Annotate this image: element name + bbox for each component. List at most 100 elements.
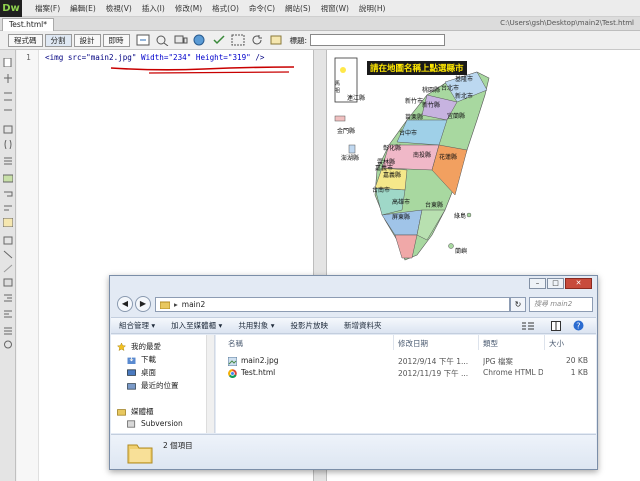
- map-label-tainan[interactable]: 台南市: [372, 185, 390, 194]
- column-header-size[interactable]: 大小: [549, 338, 564, 349]
- column-header-date[interactable]: 修改日期: [398, 338, 428, 349]
- subversion-icon: [127, 419, 136, 428]
- nav-favorites[interactable]: 我的最愛: [117, 341, 161, 352]
- code-view-button[interactable]: 程式碼: [8, 33, 43, 47]
- multiscreen-icon[interactable]: [173, 33, 189, 47]
- menu-commands[interactable]: 命令(C): [244, 3, 280, 14]
- navigation-scrollbar[interactable]: [206, 335, 214, 433]
- map-label-new-taipei[interactable]: 新北市: [455, 91, 473, 100]
- apply-comment-icon[interactable]: [3, 218, 13, 227]
- map-label-chiayi-city[interactable]: 嘉義市: [375, 163, 393, 172]
- share-with-button[interactable]: 共用對象 ▾: [238, 320, 274, 331]
- recent-snippets-icon[interactable]: [3, 264, 13, 273]
- close-button[interactable]: ✕: [565, 278, 592, 289]
- refresh-icon[interactable]: [249, 33, 265, 47]
- map-label-taoyuan[interactable]: 桃園縣: [422, 85, 440, 94]
- map-label-hsinchu-county[interactable]: 新竹縣: [422, 100, 440, 109]
- file-row[interactable]: main2.jpg 2012/9/14 下午 1... JPG 檔案 20 KB: [216, 356, 596, 367]
- nav-desktop[interactable]: 桌面: [127, 367, 156, 378]
- minimize-button[interactable]: –: [529, 278, 546, 289]
- design-view-button[interactable]: 設計: [73, 33, 101, 47]
- map-label-miaoli[interactable]: 苗栗縣: [405, 112, 423, 121]
- visual-aids-icon[interactable]: [230, 33, 246, 47]
- column-header-type[interactable]: 類型: [483, 338, 498, 349]
- new-folder-button[interactable]: 新增資料夾: [344, 320, 382, 331]
- map-label-yilan[interactable]: 宜蘭縣: [447, 111, 465, 120]
- column-separator[interactable]: [393, 335, 394, 350]
- remove-comment-icon[interactable]: [3, 236, 13, 245]
- menu-format[interactable]: 格式(O): [207, 3, 244, 14]
- expand-all-icon[interactable]: [3, 106, 13, 115]
- open-documents-icon[interactable]: [3, 58, 13, 67]
- live-code-icon[interactable]: [135, 33, 151, 47]
- line-numbers-icon[interactable]: [3, 156, 13, 165]
- map-label-kinmen[interactable]: 金門縣: [337, 126, 355, 135]
- forward-button[interactable]: ▶: [135, 296, 151, 312]
- split-view-button[interactable]: 分割: [44, 33, 72, 47]
- format-source-icon[interactable]: [3, 326, 13, 335]
- highlight-invalid-icon[interactable]: [3, 174, 13, 183]
- inspect-icon[interactable]: [154, 33, 170, 47]
- file-management-icon[interactable]: [268, 33, 284, 47]
- map-label-taitung[interactable]: 台東縣: [425, 200, 443, 209]
- map-label-orchid-island[interactable]: 蘭嶼: [455, 246, 467, 255]
- map-label-pingtung[interactable]: 屏東縣: [392, 212, 410, 221]
- menu-insert[interactable]: 插入(I): [137, 3, 170, 14]
- live-view-button[interactable]: 即時: [102, 33, 130, 47]
- maximize-button[interactable]: □: [547, 278, 564, 289]
- menu-view[interactable]: 檢視(V): [101, 3, 137, 14]
- menu-file[interactable]: 檔案(F): [30, 3, 65, 14]
- view-options-icon[interactable]: [521, 321, 535, 331]
- map-label-kaohsiung[interactable]: 高雄市: [392, 197, 410, 206]
- collapse-selection-icon[interactable]: [3, 92, 13, 101]
- map-label-hualien[interactable]: 花蓮縣: [439, 152, 457, 161]
- command-bar: 組合管理 ▾ 加入至媒體櫃 ▾ 共用對象 ▾ 投影片放映 新增資料夾 ?: [111, 317, 596, 334]
- slideshow-button[interactable]: 投影片放映: [290, 320, 328, 331]
- document-tab[interactable]: Test.html*: [2, 18, 54, 31]
- nav-downloads[interactable]: 下載: [127, 354, 156, 365]
- help-icon[interactable]: ?: [573, 320, 584, 331]
- refresh-button[interactable]: ↻: [510, 297, 526, 312]
- search-input[interactable]: 搜尋 main2: [529, 297, 593, 312]
- collapse-tag-icon[interactable]: [3, 74, 13, 83]
- balance-braces-icon[interactable]: [3, 140, 13, 149]
- word-wrap-icon[interactable]: [3, 190, 13, 199]
- preview-browser-icon[interactable]: [192, 33, 208, 47]
- details-pane: 2 個項目: [111, 434, 596, 469]
- add-to-library-button[interactable]: 加入至媒體櫃 ▾: [171, 320, 222, 331]
- title-input[interactable]: [310, 34, 446, 46]
- column-separator[interactable]: [544, 335, 545, 350]
- map-label-taichung[interactable]: 台中市: [399, 128, 417, 137]
- map-label-nantou[interactable]: 南投縣: [413, 150, 431, 159]
- nav-subversion[interactable]: Subversion: [127, 419, 183, 428]
- menu-help[interactable]: 說明(H): [354, 3, 391, 14]
- address-bar[interactable]: ▸ main2: [155, 297, 510, 312]
- move-css-icon[interactable]: [3, 278, 13, 287]
- organize-button[interactable]: 組合管理 ▾: [119, 320, 155, 331]
- check-page-icon[interactable]: [211, 33, 227, 47]
- map-label-changhua[interactable]: 彰化縣: [383, 143, 401, 152]
- map-label-keelung[interactable]: 基隆市: [455, 74, 473, 83]
- menu-site[interactable]: 網站(S): [280, 3, 316, 14]
- map-label-penghu[interactable]: 澎湖縣: [341, 153, 359, 162]
- menu-edit[interactable]: 編輯(E): [65, 3, 101, 14]
- file-row[interactable]: Test.html 2012/11/19 下午 ... Chrome HTML …: [216, 368, 596, 379]
- downloads-icon: [127, 355, 136, 364]
- map-label-hsinchu-city[interactable]: 新竹市: [405, 96, 423, 105]
- menu-modify[interactable]: 修改(M): [170, 3, 207, 14]
- wrap-tag-icon[interactable]: [3, 250, 13, 259]
- outdent-code-icon[interactable]: [3, 310, 13, 319]
- column-separator[interactable]: [478, 335, 479, 350]
- back-button[interactable]: ◀: [117, 296, 133, 312]
- code-navigator-icon[interactable]: [3, 340, 13, 349]
- indent-code-icon[interactable]: [3, 294, 13, 303]
- preview-pane-icon[interactable]: [551, 320, 561, 331]
- nav-recent-places[interactable]: 最近的位置: [127, 380, 179, 391]
- select-parent-tag-icon[interactable]: [3, 125, 13, 134]
- menu-window[interactable]: 視窗(W): [316, 3, 354, 14]
- map-label-lienchiang[interactable]: 連江縣: [347, 93, 365, 102]
- column-header-name[interactable]: 名稱: [228, 338, 243, 349]
- map-label-green-island[interactable]: 綠島: [454, 211, 466, 220]
- nav-libraries[interactable]: 媒體櫃: [117, 406, 154, 417]
- syntax-error-icon[interactable]: [3, 204, 13, 213]
